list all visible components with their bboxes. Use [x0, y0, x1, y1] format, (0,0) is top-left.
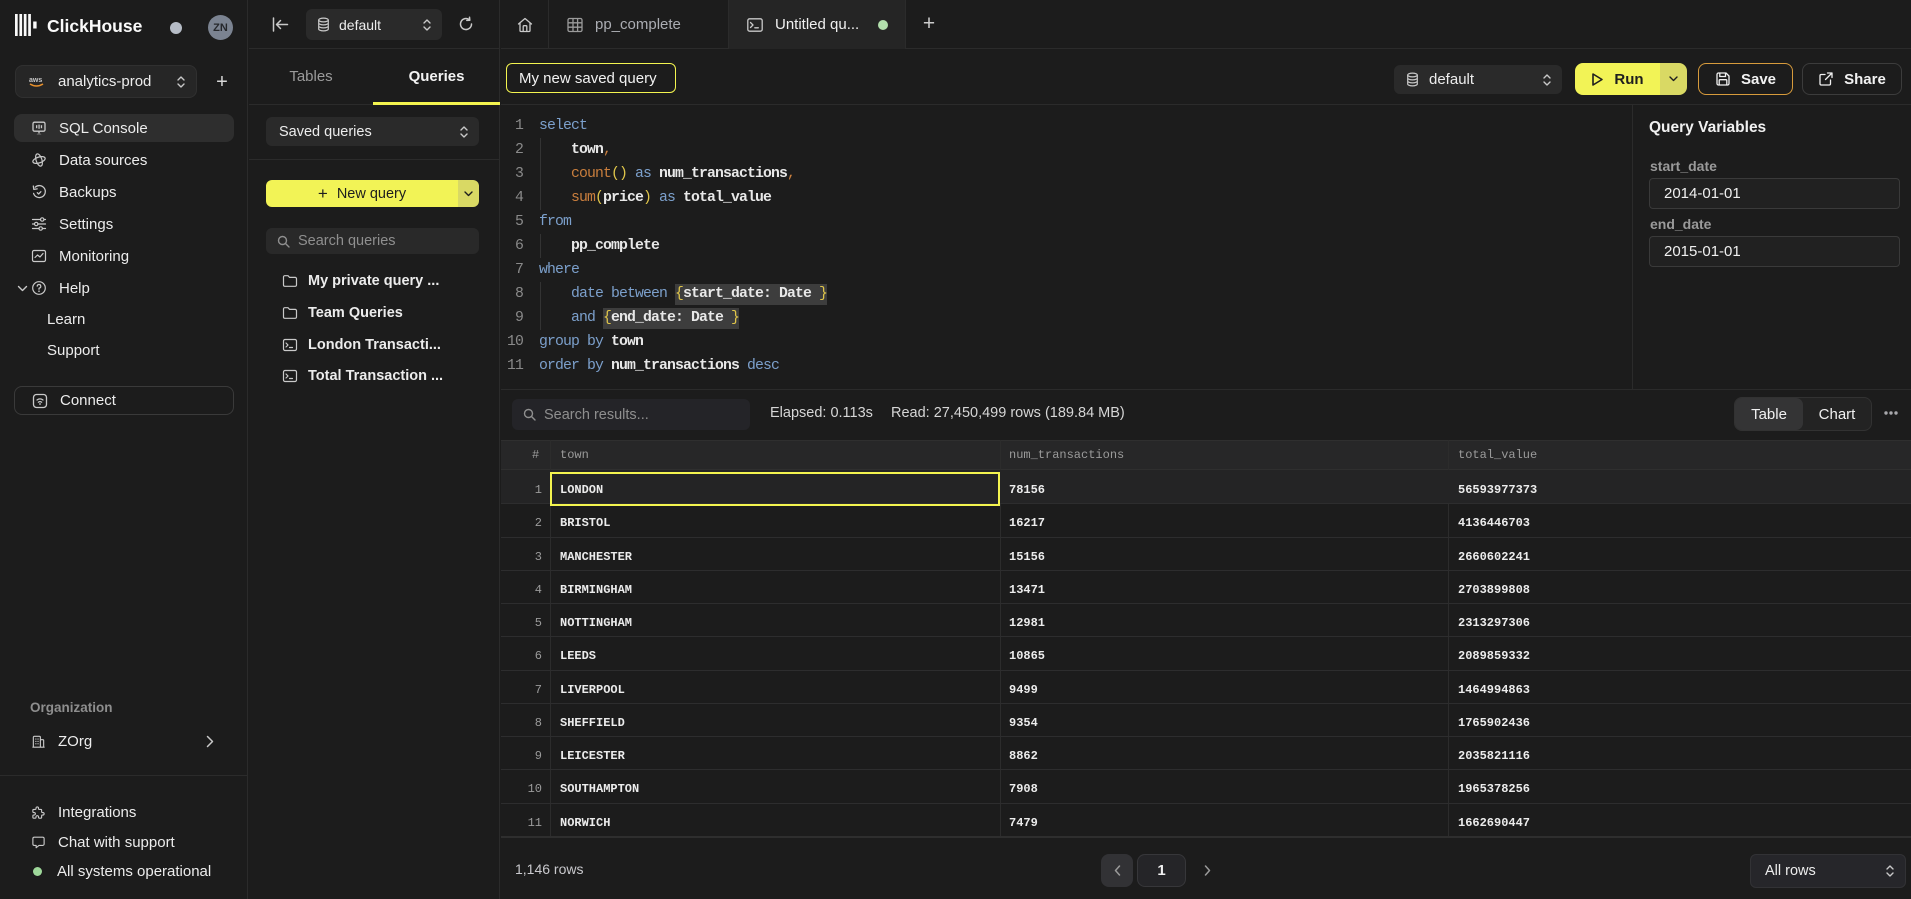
svg-text:aws: aws	[29, 77, 42, 84]
